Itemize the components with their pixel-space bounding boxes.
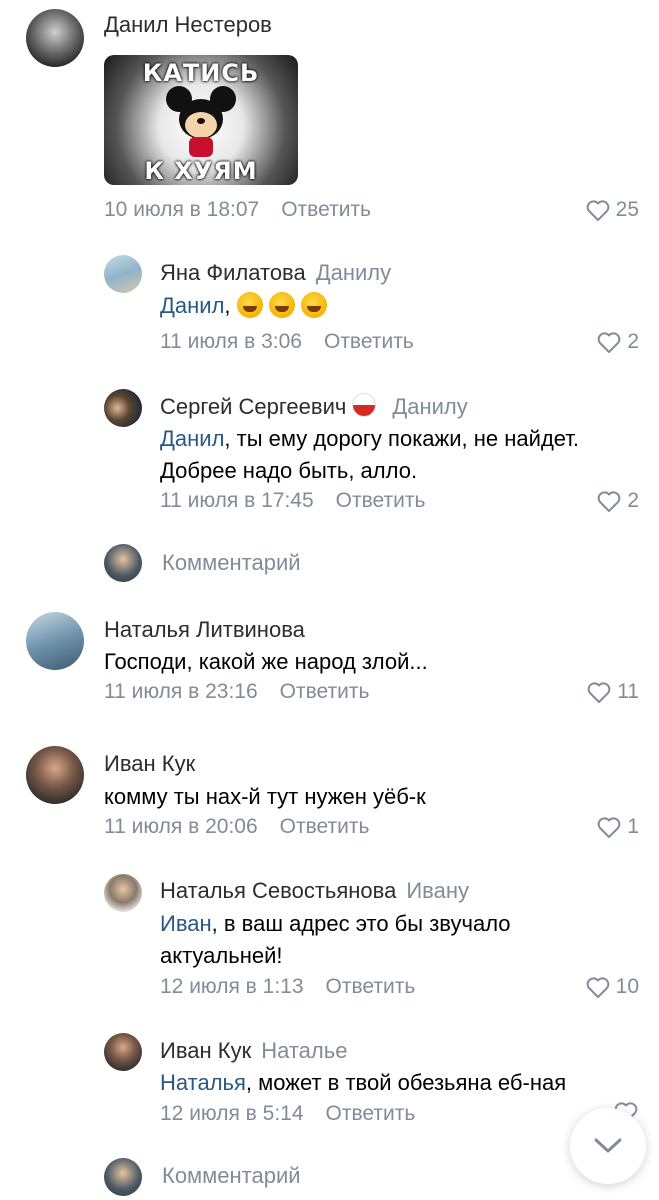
flag-icon [352, 393, 377, 417]
comment-input[interactable]: Комментарий [162, 1163, 301, 1189]
mention-link[interactable]: Иван [160, 911, 212, 936]
heart-icon [586, 976, 609, 998]
like-count: 2 [627, 489, 639, 512]
reply-button[interactable]: Ответить [326, 1102, 416, 1125]
heart-icon [597, 331, 621, 353]
avatar[interactable] [26, 746, 84, 804]
comment-author[interactable]: Иван Кук Наталье [160, 1038, 347, 1064]
comment-meta: 10 июля в 18:07 Ответить [104, 198, 371, 222]
chevron-down-icon [594, 1138, 622, 1153]
scroll-down-button[interactable] [570, 1108, 646, 1184]
rofl-emoji-icon [236, 292, 263, 318]
rofl-emoji-icon [300, 292, 327, 318]
reply-button[interactable]: Ответить [280, 815, 370, 838]
comment-author[interactable]: Иван Кук [104, 751, 195, 777]
rofl-emoji-icon [268, 292, 295, 318]
like-button[interactable]: 2 [597, 330, 639, 354]
comment-author[interactable]: Данил Нестеров [104, 12, 272, 38]
comment-text-rest: , [224, 293, 231, 318]
comment-meta: 11 июля в 20:06 Ответить [104, 815, 369, 839]
reply-button[interactable]: Ответить [324, 330, 414, 353]
comment-text-rest: , ты ему дорогу покажи, не найдет. [224, 426, 580, 451]
comment-text: Данил, [160, 290, 327, 322]
meme-text-bottom: К ХУЯМ [144, 157, 258, 185]
comment-meta: 11 июля в 23:16 Ответить [104, 680, 369, 704]
comment-input[interactable]: Комментарий [162, 550, 301, 576]
like-button[interactable]: 11 [587, 680, 639, 704]
avatar[interactable] [104, 874, 142, 912]
like-button[interactable]: 25 [586, 198, 639, 222]
comment-date[interactable]: 11 июля в 20:06 [104, 815, 258, 838]
author-name[interactable]: Сергей Сергеевич [160, 394, 346, 419]
heart-icon [597, 490, 621, 512]
heart-icon [586, 199, 609, 221]
author-name[interactable]: Иван Кук [160, 1038, 251, 1063]
comment-text-rest: , в ваш адрес это бы звучало [211, 911, 511, 936]
comment-date[interactable]: 12 июля в 1:13 [160, 975, 304, 998]
avatar[interactable] [26, 612, 84, 670]
reply-to-name[interactable]: Наталье [261, 1038, 347, 1063]
like-button[interactable]: 1 [597, 815, 639, 839]
mention-link[interactable]: Данил [160, 293, 224, 318]
avatar[interactable] [104, 1033, 142, 1071]
mention-link[interactable]: Данил [160, 426, 224, 451]
comment-text: Данил, ты ему дорогу покажи, не найдет. … [160, 423, 640, 487]
comment-text: комму ты нах-й тут нужен уёб-к [104, 784, 426, 809]
reply-to-name[interactable]: Ивану [406, 878, 469, 903]
comment-date[interactable]: 12 июля в 5:14 [160, 1102, 304, 1125]
comment-text: Наталья, может в твой обезьяна еб-ная [160, 1067, 566, 1099]
like-count: 2 [627, 330, 639, 353]
avatar[interactable] [26, 9, 84, 67]
reply-button[interactable]: Ответить [326, 975, 416, 998]
comment-meta: 12 июля в 1:13 Ответить [160, 975, 415, 999]
comment-meta: 12 июля в 5:14 Ответить [160, 1102, 415, 1126]
comment-author[interactable]: Наталья Литвинова [104, 617, 305, 643]
reply-to-name[interactable]: Данилу [316, 260, 391, 285]
reply-button[interactable]: Ответить [281, 198, 371, 221]
meme-text-top: КАТИСЬ [142, 59, 260, 87]
like-count: 1 [627, 815, 639, 838]
comment-date[interactable]: 10 июля в 18:07 [104, 198, 259, 221]
mickey-illustration [166, 86, 236, 157]
heart-icon [587, 681, 611, 703]
comment-author[interactable]: Наталья Севостьянова Ивану [160, 878, 469, 904]
like-button[interactable]: 10 [586, 975, 639, 999]
comment-date[interactable]: 11 июля в 3:06 [160, 330, 302, 353]
avatar[interactable] [104, 255, 142, 293]
reply-to-name[interactable]: Данилу [392, 394, 467, 419]
comment-meta: 11 июля в 3:06 Ответить [160, 330, 414, 354]
comment-text-line2: актуальней! [160, 943, 283, 968]
avatar[interactable] [104, 389, 142, 427]
comment-text: Иван, в ваш адрес это бы звучало актуаль… [160, 908, 640, 972]
mention-link[interactable]: Наталья [160, 1070, 246, 1095]
comment-text-line2: Добрее надо быть, алло. [160, 458, 418, 483]
like-button[interactable]: 2 [597, 489, 639, 513]
comment-meta: 11 июля в 17:45 Ответить [160, 489, 425, 513]
comment-text-rest: , может в твой обезьяна еб-ная [245, 1070, 567, 1095]
comment-author[interactable]: Сергей Сергеевич Данилу [160, 393, 468, 420]
current-user-avatar [104, 544, 142, 582]
author-name[interactable]: Яна Филатова [160, 260, 306, 285]
heart-icon [597, 816, 621, 838]
author-name[interactable]: Наталья Севостьянова [160, 878, 396, 903]
comment-text: Господи, какой же народ злой... [104, 649, 428, 674]
like-count: 25 [615, 198, 639, 221]
meme-image[interactable]: КАТИСЬ К ХУЯМ [104, 55, 298, 185]
comment-author[interactable]: Яна Филатова Данилу [160, 260, 391, 286]
comment-date[interactable]: 11 июля в 17:45 [160, 489, 314, 512]
reply-button[interactable]: Ответить [336, 489, 426, 512]
like-count: 11 [617, 680, 639, 703]
reply-button[interactable]: Ответить [280, 680, 370, 703]
comment-date[interactable]: 11 июля в 23:16 [104, 680, 258, 703]
like-count: 10 [615, 975, 639, 998]
current-user-avatar [104, 1158, 142, 1196]
